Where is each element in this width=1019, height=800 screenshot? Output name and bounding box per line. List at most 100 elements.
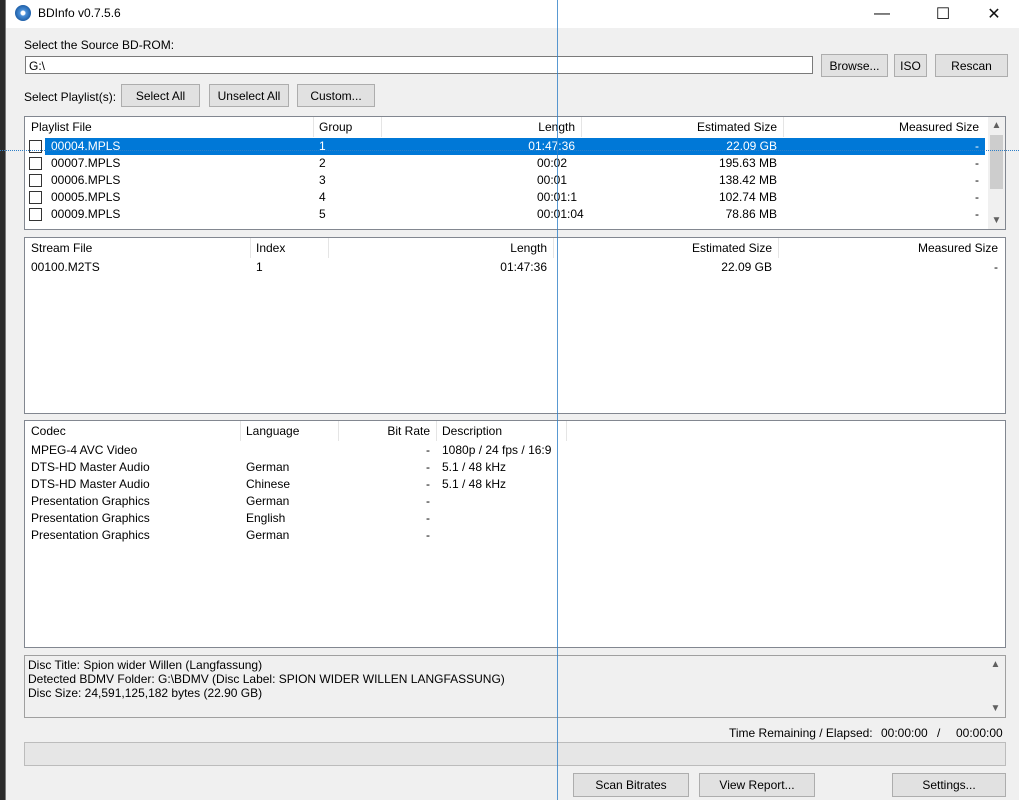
time-remaining: 00:00:00 <box>881 726 928 740</box>
codec-row[interactable]: DTS-HD Master Audio German - 5.1 / 48 kH… <box>25 459 1005 476</box>
playlist-measured-size: - <box>975 156 979 170</box>
playlist-file: 00004.MPLS <box>45 138 313 155</box>
playlist-group: 3 <box>319 173 326 187</box>
disc-info-text[interactable]: Disc Title: Spion wider Willen (Langfass… <box>24 655 1006 718</box>
header-measured-size[interactable]: Measured Size <box>778 238 1004 258</box>
iso-button[interactable]: ISO <box>894 54 927 77</box>
codec-bit-rate: - <box>426 477 430 491</box>
select-all-button[interactable]: Select All <box>121 84 200 107</box>
scroll-down-icon[interactable]: ▼ <box>988 212 1005 229</box>
playlist-scrollbar[interactable]: ▲ ▼ <box>988 117 1005 229</box>
playlist-row[interactable]: 00009.MPLS 5 00:01:04 78.86 MB - <box>25 206 985 223</box>
codec-language: Chinese <box>246 477 291 491</box>
codec-row[interactable]: DTS-HD Master Audio Chinese - 5.1 / 48 k… <box>25 476 1005 493</box>
scroll-up-icon[interactable]: ▲ <box>988 117 1005 134</box>
row-checkbox[interactable] <box>29 208 42 221</box>
time-label: Time Remaining / Elapsed: <box>729 726 873 740</box>
info-scrollbar[interactable]: ▲ ▼ <box>987 656 1004 717</box>
header-language[interactable]: Language <box>240 421 338 441</box>
playlist-estimated-size: 22.09 GB <box>581 138 783 155</box>
header-estimated-size[interactable]: Estimated Size <box>553 238 778 258</box>
minimize-button[interactable]: — <box>859 0 905 28</box>
scroll-down-icon[interactable]: ▼ <box>987 700 1004 717</box>
select-playlists-label: Select Playlist(s): <box>24 90 117 104</box>
playlist-list: Playlist File Group Length Estimated Siz… <box>24 116 1006 230</box>
header-estimated-size[interactable]: Estimated Size <box>581 117 783 137</box>
scroll-thumb[interactable] <box>990 135 1003 189</box>
disc-title-line: Disc Title: Spion wider Willen (Langfass… <box>28 658 263 672</box>
bdinfo-window: BDInfo v0.7.5.6 — ☐ ✕ Select the Source … <box>5 0 1019 800</box>
codec-row[interactable]: MPEG-4 AVC Video - 1080p / 24 fps / 16:9 <box>25 442 1005 459</box>
disc-size-line: Disc Size: 24,591,125,182 bytes (22.90 G… <box>28 686 263 700</box>
scan-bitrates-button[interactable]: Scan Bitrates <box>573 773 689 797</box>
playlist-length: 01:47:36 <box>381 138 581 155</box>
playlist-group: 4 <box>319 190 326 204</box>
playlist-measured-size: - <box>783 138 985 155</box>
header-description[interactable]: Description <box>436 421 566 441</box>
playlist-group: 1 <box>313 138 381 155</box>
header-measured-size[interactable]: Measured Size <box>783 117 985 137</box>
source-path-input[interactable]: G:\ <box>25 56 813 74</box>
row-checkbox[interactable] <box>29 157 42 170</box>
codec-row[interactable]: Presentation Graphics German - <box>25 527 1005 544</box>
codec-bit-rate: - <box>426 494 430 508</box>
codec-row[interactable]: Presentation Graphics English - <box>25 510 1005 527</box>
codec-bit-rate: - <box>426 511 430 525</box>
playlist-row[interactable]: 00004.MPLS 1 01:47:36 22.09 GB - <box>25 138 985 155</box>
header-playlist-file[interactable]: Playlist File <box>25 117 313 137</box>
codec-name: MPEG-4 AVC Video <box>31 443 138 457</box>
header-group[interactable]: Group <box>313 117 381 137</box>
header-index[interactable]: Index <box>250 238 328 258</box>
playlist-estimated-size: 102.74 MB <box>718 190 777 204</box>
settings-button[interactable]: Settings... <box>892 773 1006 797</box>
playlist-row[interactable]: 00007.MPLS 2 00:02 195.63 MB - <box>25 155 985 172</box>
rescan-button[interactable]: Rescan <box>935 54 1008 77</box>
maximize-button[interactable]: ☐ <box>920 0 966 28</box>
title-bar: BDInfo v0.7.5.6 — ☐ ✕ <box>6 0 1019 28</box>
playlist-file: 00006.MPLS <box>51 173 121 187</box>
playlist-file: 00007.MPLS <box>51 156 121 170</box>
header-codec[interactable]: Codec <box>25 421 240 441</box>
row-checkbox[interactable] <box>29 191 42 204</box>
guide-line-horizontal <box>0 150 1019 152</box>
codec-name: Presentation Graphics <box>31 494 150 508</box>
header-length[interactable]: Length <box>328 238 553 258</box>
header-stream-file[interactable]: Stream File <box>25 238 250 258</box>
browse-button[interactable]: Browse... <box>821 54 888 77</box>
codec-list: Codec Language Bit Rate Description MPEG… <box>24 420 1006 648</box>
row-checkbox[interactable] <box>29 174 42 187</box>
view-report-button[interactable]: View Report... <box>699 773 815 797</box>
playlist-group: 2 <box>319 156 326 170</box>
playlist-estimated-size: 78.86 MB <box>725 207 777 221</box>
playlist-measured-size: - <box>975 190 979 204</box>
time-elapsed: 00:00:00 <box>956 726 1003 740</box>
codec-bit-rate: - <box>426 443 430 457</box>
custom-button[interactable]: Custom... <box>297 84 375 107</box>
playlist-measured-size: - <box>975 173 979 187</box>
playlist-row[interactable]: 00006.MPLS 3 00:01 138.42 MB - <box>25 172 985 189</box>
codec-language: German <box>246 528 290 542</box>
stream-file: 00100.M2TS <box>31 260 100 274</box>
scan-progress-bar <box>24 742 1006 766</box>
scroll-up-icon[interactable]: ▲ <box>987 656 1004 673</box>
codec-language: German <box>246 494 290 508</box>
header-length[interactable]: Length <box>381 117 581 137</box>
window-title: BDInfo v0.7.5.6 <box>38 6 121 20</box>
playlist-estimated-size: 195.63 MB <box>718 156 777 170</box>
codec-bit-rate: - <box>426 528 430 542</box>
header-bit-rate[interactable]: Bit Rate <box>338 421 436 441</box>
codec-description: 1080p / 24 fps / 16:9 <box>442 443 552 457</box>
codec-row[interactable]: Presentation Graphics German - <box>25 493 1005 510</box>
close-button[interactable]: ✕ <box>971 0 1017 28</box>
guide-line-vertical <box>557 0 558 800</box>
playlist-file: 00005.MPLS <box>51 190 121 204</box>
stream-list: Stream File Index Length Estimated Size … <box>24 237 1006 414</box>
playlist-length: 00:02 <box>537 156 568 170</box>
playlist-measured-size: - <box>975 207 979 221</box>
stream-length: 01:47:36 <box>500 260 547 274</box>
stream-row[interactable]: 00100.M2TS 1 01:47:36 22.09 GB - <box>25 259 1005 276</box>
playlist-row[interactable]: 00005.MPLS 4 00:01:1 102.74 MB - <box>25 189 985 206</box>
unselect-all-button[interactable]: Unselect All <box>209 84 289 107</box>
codec-description: 5.1 / 48 kHz <box>442 460 507 474</box>
codec-language: English <box>246 511 286 525</box>
